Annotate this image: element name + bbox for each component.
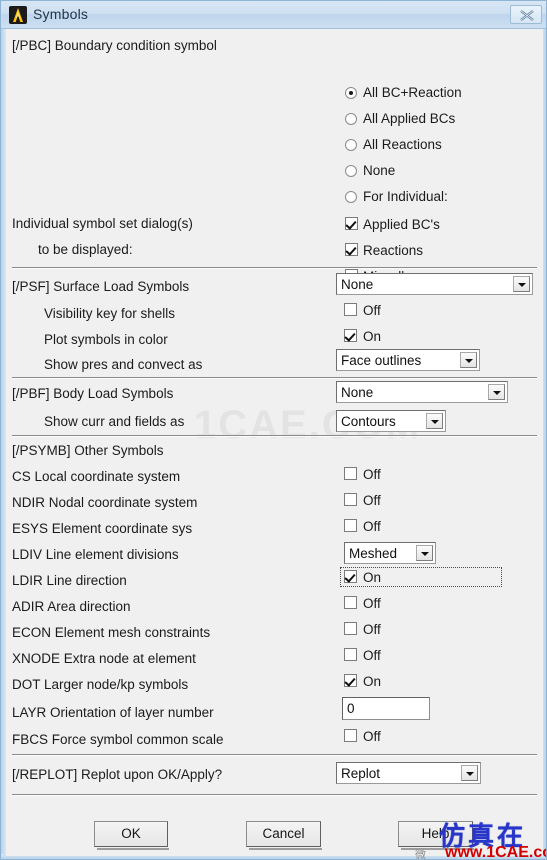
radio-label-all-bc-reaction: All BC+Reaction: [363, 85, 462, 100]
ldiv-value: Meshed: [349, 546, 398, 561]
checkbox-plot-symbols-color[interactable]: [344, 329, 357, 342]
help-button-label: Help: [421, 826, 450, 841]
psymb-row-label-1: NDIR Nodal coordinate system: [12, 495, 198, 510]
dialog-body: 1CAE.COM [/PBC] Boundary condition symbo…: [6, 29, 543, 856]
checkbox-label-reactions: Reactions: [363, 243, 424, 258]
checkbox-value-fbcs: Off: [363, 729, 381, 744]
cancel-button[interactable]: Cancel: [246, 821, 322, 850]
close-icon: [520, 10, 534, 21]
help-button[interactable]: Help: [398, 821, 474, 850]
ldiv-combo[interactable]: Meshed: [344, 542, 436, 564]
psf-type-combo[interactable]: None: [336, 273, 533, 295]
window-title: Symbols: [33, 6, 89, 22]
radio-none[interactable]: [345, 165, 357, 177]
checkbox-reactions[interactable]: [345, 243, 358, 256]
psymb-row-label-6: ECON Element mesh constraints: [12, 625, 211, 640]
psf-row-label-1: Plot symbols in color: [44, 332, 168, 347]
chevron-down-icon[interactable]: [513, 276, 530, 292]
checkbox-fbcs-force-symbol-common-scale[interactable]: [344, 729, 357, 742]
chevron-down-icon[interactable]: [426, 413, 443, 429]
checkbox-applied-bcs[interactable]: [345, 217, 358, 230]
pbc-sub-label-1: Individual symbol set dialog(s): [12, 216, 193, 231]
replot-label: [/REPLOT] Replot upon OK/Apply?: [12, 767, 223, 782]
pbf-type-value: None: [341, 385, 374, 400]
replot-value: Replot: [341, 766, 381, 781]
psymb-row-label-9: LAYR Orientation of layer number: [12, 705, 214, 720]
psf-show-pres-value: Face outlines: [341, 353, 422, 368]
radio-label-for-individual: For Individual:: [363, 189, 448, 204]
psf-heading: [/PSF] Surface Load Symbols: [12, 279, 190, 294]
pbf-row-label-0: Show curr and fields as: [44, 414, 185, 429]
checkbox-value-ldir: On: [363, 570, 382, 585]
radio-label-none: None: [363, 163, 396, 178]
chevron-down-icon[interactable]: [416, 545, 433, 561]
psymb-row-label-10: FBCS Force symbol common scale: [12, 732, 224, 747]
ok-button-label: OK: [121, 826, 141, 841]
psymb-row-label-5: ADIR Area direction: [12, 599, 131, 614]
checkbox-cs-local-coordinate-system[interactable]: [344, 467, 357, 480]
checkbox-ldir-line-direction[interactable]: [344, 570, 357, 583]
checkbox-visibility-key-shells[interactable]: [344, 303, 357, 316]
radio-label-all-reactions: All Reactions: [363, 137, 442, 152]
pbf-show-curr-combo[interactable]: Contours: [336, 410, 446, 432]
psymb-row-label-0: CS Local coordinate system: [12, 469, 181, 484]
pbf-type-combo[interactable]: None: [336, 381, 508, 403]
radio-all-bc-reaction[interactable]: [345, 87, 357, 99]
checkbox-value-cs: Off: [363, 467, 381, 482]
title-bar: Symbols: [1, 1, 546, 29]
checkbox-ndir-nodal-coordinate-system[interactable]: [344, 493, 357, 506]
chevron-down-icon[interactable]: [460, 352, 477, 368]
checkbox-value-ndir: Off: [363, 493, 381, 508]
replot-combo[interactable]: Replot: [336, 762, 481, 784]
ok-button[interactable]: OK: [94, 821, 169, 850]
checkbox-adir-area-direction[interactable]: [344, 596, 357, 609]
radio-all-applied-bcs[interactable]: [345, 113, 357, 125]
pbf-show-curr-value: Contours: [341, 414, 396, 429]
checkbox-dot-larger-node-kp-symbols[interactable]: [344, 674, 357, 687]
checkbox-label-applied-bcs: Applied BC's: [363, 217, 440, 232]
checkbox-value-esys: Off: [363, 519, 381, 534]
checkbox-value-econ: Off: [363, 622, 381, 637]
ansys-logo-icon: [9, 6, 27, 24]
psymb-row-label-7: XNODE Extra node at element: [12, 651, 196, 666]
checkbox-value-plot-symbols-color: On: [363, 329, 382, 344]
pbf-heading: [/PBF] Body Load Symbols: [12, 386, 174, 401]
psf-type-value: None: [341, 277, 374, 292]
radio-for-individual[interactable]: [345, 191, 357, 203]
pbc-heading: [/PBC] Boundary condition symbol: [12, 38, 217, 53]
checkbox-econ-element-mesh-constraints[interactable]: [344, 622, 357, 635]
psymb-row-label-3: LDIV Line element divisions: [12, 547, 179, 562]
close-button[interactable]: [510, 5, 542, 24]
radio-label-all-applied-bcs: All Applied BCs: [363, 111, 456, 126]
chevron-down-icon[interactable]: [488, 384, 505, 400]
psf-row-label-0: Visibility key for shells: [44, 306, 176, 321]
radio-all-reactions[interactable]: [345, 139, 357, 151]
pbc-sub-label-2: to be displayed:: [38, 242, 133, 257]
checkbox-value-xnode: Off: [363, 648, 381, 663]
layr-input-value: 0: [347, 701, 355, 716]
checkbox-value-visibility-key-shells: Off: [363, 303, 381, 318]
psymb-heading: [/PSYMB] Other Symbols: [12, 443, 164, 458]
cancel-button-label: Cancel: [262, 826, 305, 841]
psf-show-pres-combo[interactable]: Face outlines: [336, 349, 480, 371]
symbols-dialog: Symbols 1CAE.COM [/PBC] Boundary conditi…: [0, 0, 547, 860]
psymb-row-label-2: ESYS Element coordinate sys: [12, 521, 193, 536]
psymb-row-label-8: DOT Larger node/kp symbols: [12, 677, 189, 692]
psymb-row-label-4: LDIR Line direction: [12, 573, 127, 588]
checkbox-esys-element-coordinate-sys[interactable]: [344, 519, 357, 532]
layr-input[interactable]: 0: [342, 697, 430, 720]
checkbox-value-adir: Off: [363, 596, 381, 611]
chevron-down-icon[interactable]: [461, 765, 478, 781]
checkbox-value-dot: On: [363, 674, 382, 689]
checkbox-xnode-extra-node-at-element[interactable]: [344, 648, 357, 661]
psf-row-label-2: Show pres and convect as: [44, 357, 203, 372]
